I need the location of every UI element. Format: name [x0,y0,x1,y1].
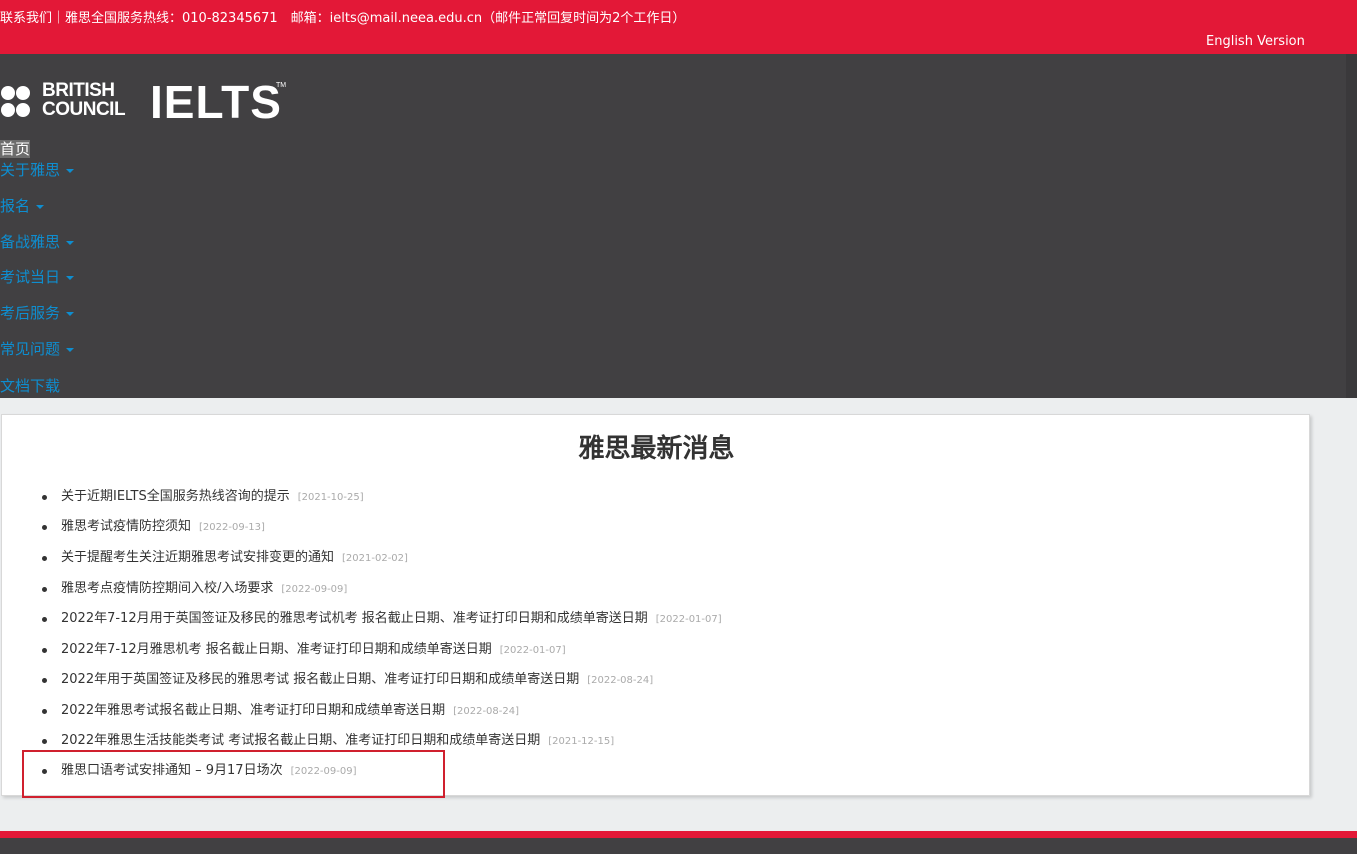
bullet-icon [42,556,47,561]
latest-news-panel: 雅思最新消息 关于近期IELTS全国服务热线咨询的提示 [2021-10-25] … [1,414,1310,798]
news-date: [2022-08-24] [587,675,654,686]
ielts-wordmark: IELTS [150,76,282,128]
news-link[interactable]: 关于提醒考生关注近期雅思考试安排变更的通知 [2021-02-02] [61,548,408,569]
news-link[interactable]: 关于近期IELTS全国服务热线咨询的提示 [2021-10-25] [61,487,364,508]
footer-bar [0,838,1357,854]
nav-item-about-ielts[interactable]: 关于雅思 [0,161,75,179]
bullet-icon [42,587,47,592]
news-link[interactable]: 2022年用于英国签证及移民的雅思考试 报名截止日期、准考证打印日期和成绩单寄送… [61,670,653,691]
news-date: [2021-02-02] [342,553,408,564]
site-header: BRITISH COUNCIL IELTS TM 首页 关于雅思 报名 备战雅思… [0,54,1357,398]
bullet-icon [42,739,47,744]
bullet-icon [42,525,47,530]
news-link[interactable]: 2022年雅思考试报名截止日期、准考证打印日期和成绩单寄送日期 [2022-08-… [61,701,519,722]
nav-item-register[interactable]: 报名 [0,197,45,215]
caret-down-icon [66,275,75,280]
news-link[interactable]: 2022年7-12月雅思机考 报名截止日期、准考证打印日期和成绩单寄送日期 [20… [61,640,566,661]
news-date: [2022-01-07] [655,614,722,625]
caret-down-icon [36,204,45,209]
nav-item-prepare[interactable]: 备战雅思 [0,233,75,251]
news-date: [2022-09-13] [199,522,265,533]
bullet-icon [42,648,47,653]
english-version-link[interactable]: English Version [1206,34,1305,50]
bullet-icon [42,678,47,683]
news-link[interactable]: 雅思考点疫情防控期间入校/入场要求 [2022-09-09] [61,579,347,600]
caret-down-icon [66,240,75,245]
news-link[interactable]: 雅思考试疫情防控须知 [2022-09-13] [61,517,265,538]
news-date: [2022-09-09] [281,584,348,595]
caret-down-icon [66,168,75,173]
bullet-icon [42,495,47,500]
nav-item-downloads[interactable]: 文档下载 [0,377,60,395]
panel-title: 雅思最新消息 [578,434,735,464]
news-date: [2022-08-24] [453,706,520,717]
caret-down-icon [66,347,75,352]
bullet-icon [42,709,47,714]
top-contact-bar: 联系我们｜雅思全国服务热线：010-82345671 邮箱：ielts@mail… [0,0,1357,54]
nav-item-faq[interactable]: 常见问题 [0,340,75,358]
news-date: [2022-01-07] [499,645,566,656]
nav-item-test-day[interactable]: 考试当日 [0,268,75,286]
footer-red-stripe [0,831,1357,838]
news-link[interactable]: 2022年7-12月用于英国签证及移民的雅思考试机考 报名截止日期、准考证打印日… [61,609,722,630]
british-council-wordmark: BRITISH COUNCIL [42,80,126,120]
news-date: [2021-12-15] [548,736,615,747]
nav-item-home[interactable]: 首页 [0,140,31,158]
news-date: [2021-10-25] [297,492,364,503]
caret-down-icon [66,311,75,316]
contact-info: 联系我们｜雅思全国服务热线：010-82345671 邮箱：ielts@mail… [0,11,686,26]
scrollbar-track [1346,54,1357,398]
bullet-icon [42,617,47,622]
news-link[interactable]: 2022年雅思生活技能类考试 考试报名截止日期、准考证打印日期和成绩单寄送日期[… [61,731,614,752]
british-council-dots-icon [1,83,39,121]
trademark-mark: TM [276,82,287,89]
site-logo[interactable]: BRITISH COUNCIL IELTS TM [0,76,300,128]
highlight-box [22,750,445,798]
nav-item-after-test[interactable]: 考后服务 [0,304,75,322]
